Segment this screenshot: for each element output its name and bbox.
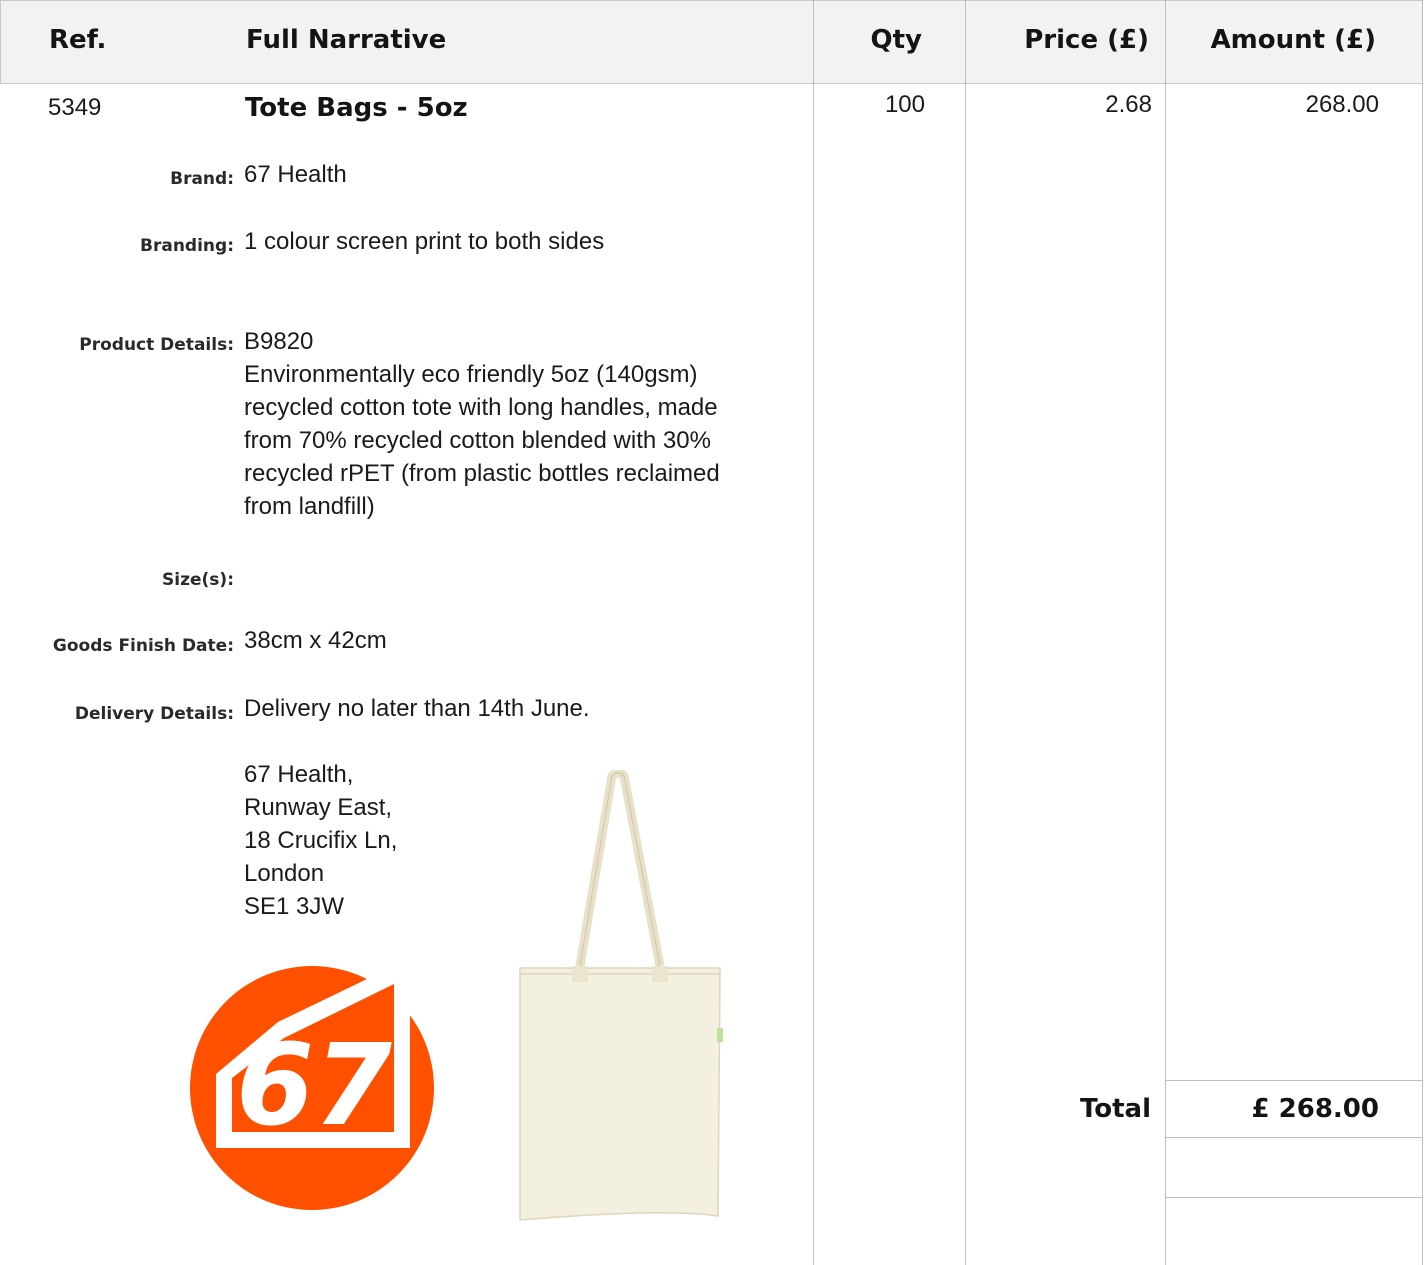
product-desc-line: recycled rPET (from plastic bottles recl… (244, 460, 720, 487)
total-bottom-line (1165, 1137, 1423, 1138)
product-code: B9820 (244, 328, 314, 355)
col-narrative-header: Full Narrative (246, 25, 447, 55)
table-right-border (1422, 0, 1423, 1265)
item-ref: 5349 (48, 94, 102, 121)
product-desc-line: recycled cotton tote with long handles, … (244, 394, 718, 421)
logo-text: 67 (236, 1021, 392, 1151)
col-qty-header: Qty (870, 25, 922, 55)
total-extra-line (1165, 1197, 1423, 1198)
col-amount-header: Amount (£) (1210, 25, 1376, 55)
col-divider-price (965, 0, 966, 1265)
item-price: 2.68 (1105, 91, 1152, 118)
tote-bag-image (519, 770, 723, 1221)
address-line: SE1 3JW (244, 893, 345, 920)
delivery-label: Delivery Details: (74, 704, 234, 724)
product-desc-line: Environmentally eco friendly 5oz (140gsm… (244, 361, 698, 388)
total-top-line (1165, 1080, 1423, 1081)
product-desc-line: from landfill) (244, 493, 375, 520)
col-divider-amount (1165, 0, 1166, 1265)
brand-value: 67 Health (244, 161, 347, 188)
col-divider-qty (813, 0, 814, 1265)
table-header: Ref. Full Narrative Qty Price (£) Amount… (0, 0, 1423, 84)
total-value: £ 268.00 (1251, 1094, 1379, 1124)
brand-label: Brand: (170, 169, 234, 189)
address-line: London (244, 860, 325, 887)
address-line: 18 Crucifix Ln, (244, 827, 398, 854)
product-desc-line: from 70% recycled cotton blended with 30… (244, 427, 711, 454)
branding-label: Branding: (140, 236, 234, 256)
col-ref-header: Ref. (49, 25, 107, 55)
delivery-address: 67 Health, Runway East, 18 Crucifix Ln, … (244, 758, 397, 923)
total-label: Total (1079, 1094, 1151, 1124)
item-qty: 100 (884, 91, 925, 118)
item-title: Tote Bags - 5oz (245, 93, 468, 123)
delivery-value: Delivery no later than 14th June. (244, 695, 590, 722)
address-line: 67 Health, (244, 761, 354, 788)
product-details-value: B9820 Environmentally eco friendly 5oz (… (244, 325, 720, 523)
finish-date-label: Goods Finish Date: (52, 636, 234, 656)
finish-date-value: 38cm x 42cm (244, 627, 387, 654)
address-line: Runway East, (244, 794, 393, 821)
product-details-label: Product Details: (79, 335, 234, 355)
branding-value: 1 colour screen print to both sides (244, 228, 605, 255)
col-price-header: Price (£) (1024, 25, 1149, 55)
order-document: Ref. Full Narrative Qty Price (£) Amount… (0, 0, 1425, 1265)
brand-logo-image: 67 (186, 966, 438, 1210)
item-amount: 268.00 (1305, 91, 1379, 118)
sizes-label: Size(s): (162, 570, 234, 590)
